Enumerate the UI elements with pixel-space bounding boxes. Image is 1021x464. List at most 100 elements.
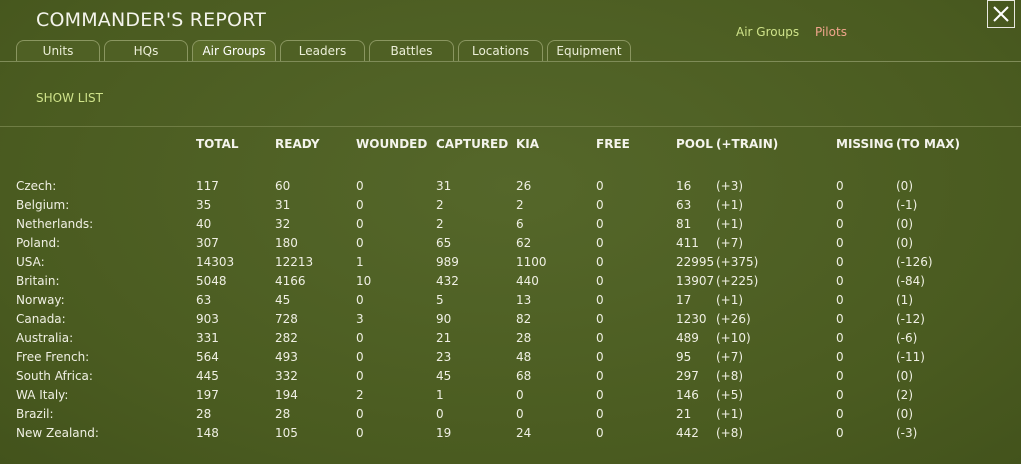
cell-to-max: (1) [896,293,913,307]
cell-train: (+1) [716,198,744,212]
cell-wounded: 0 [356,407,364,421]
cell-ready: 28 [275,407,291,421]
header-kia: KIA [516,137,540,151]
cell-total: 28 [196,407,212,421]
row-name: Poland: [16,236,61,250]
cell-missing: 0 [836,255,844,269]
cell-missing: 0 [836,274,844,288]
cell-free: 0 [596,274,604,288]
cell-train: (+5) [716,388,744,402]
cell-kia: 26 [516,179,532,193]
cell-ready: 194 [275,388,298,402]
tab-air-groups[interactable]: Air Groups [192,40,276,62]
cell-ready: 12213 [275,255,314,269]
cell-train: (+7) [716,350,744,364]
row-name: New Zealand: [16,426,99,440]
cell-pool: 81 [676,217,692,231]
cell-missing: 0 [836,388,844,402]
cell-missing: 0 [836,350,844,364]
header-captured: CAPTURED [436,137,509,151]
table-row: Brazil: 28 28 0 0 0 0 21 (+1) 0 (0) [0,407,1021,426]
cell-free: 0 [596,350,604,364]
table-row: Canada: 903 728 3 90 82 0 1230 (+26) 0 (… [0,312,1021,331]
header-to-max: (TO MAX) [896,137,961,151]
air-groups-link[interactable]: Air Groups [736,25,799,39]
cell-free: 0 [596,426,604,440]
cell-wounded: 0 [356,350,364,364]
cell-captured: 1 [436,388,444,402]
cell-pool: 63 [676,198,692,212]
cell-captured: 21 [436,331,452,345]
header-ready: READY [275,137,320,151]
cell-kia: 2 [516,198,524,212]
cell-ready: 60 [275,179,291,193]
cell-total: 564 [196,350,219,364]
cell-to-max: (0) [896,179,913,193]
cell-kia: 82 [516,312,532,326]
row-name: Free French: [16,350,90,364]
cell-to-max: (2) [896,388,913,402]
cell-to-max: (-11) [896,350,925,364]
cell-kia: 440 [516,274,539,288]
cell-wounded: 0 [356,217,364,231]
show-list-link[interactable]: SHOW LIST [36,91,103,105]
cell-ready: 332 [275,369,298,383]
cell-total: 903 [196,312,219,326]
row-name: Brazil: [16,407,54,421]
close-icon [993,6,1009,22]
cell-missing: 0 [836,331,844,345]
header-wounded: WOUNDED [356,137,428,151]
cell-free: 0 [596,255,604,269]
cell-wounded: 3 [356,312,364,326]
row-name: Britain: [16,274,60,288]
cell-wounded: 0 [356,198,364,212]
cell-wounded: 0 [356,426,364,440]
cell-free: 0 [596,217,604,231]
cell-ready: 180 [275,236,298,250]
table-row: Poland: 307 180 0 65 62 0 411 (+7) 0 (0) [0,236,1021,255]
row-name: WA Italy: [16,388,69,402]
cell-wounded: 2 [356,388,364,402]
cell-ready: 493 [275,350,298,364]
cell-total: 40 [196,217,212,231]
cell-train: (+225) [716,274,759,288]
cell-captured: 0 [436,407,444,421]
row-name: Norway: [16,293,65,307]
cell-train: (+8) [716,426,744,440]
cell-train: (+3) [716,179,744,193]
close-button[interactable] [987,0,1015,28]
cell-captured: 65 [436,236,452,250]
tab-locations[interactable]: Locations [458,40,543,61]
row-name: Australia: [16,331,74,345]
cell-missing: 0 [836,198,844,212]
table-row: Britain: 5048 4166 10 432 440 0 13907 (+… [0,274,1021,293]
tab-leaders[interactable]: Leaders [280,40,365,61]
tab-equipment[interactable]: Equipment [547,40,631,61]
cell-total: 331 [196,331,219,345]
cell-to-max: (0) [896,236,913,250]
tab-hqs[interactable]: HQs [104,40,188,61]
table-row: WA Italy: 197 194 2 1 0 0 146 (+5) 0 (2) [0,388,1021,407]
cell-pool: 16 [676,179,692,193]
cell-free: 0 [596,293,604,307]
row-name: Netherlands: [16,217,94,231]
table-row: Norway: 63 45 0 5 13 0 17 (+1) 0 (1) [0,293,1021,312]
cell-train: (+1) [716,407,744,421]
cell-total: 197 [196,388,219,402]
cell-missing: 0 [836,179,844,193]
cell-ready: 4166 [275,274,306,288]
row-name: Canada: [16,312,66,326]
tab-battles[interactable]: Battles [369,40,454,61]
cell-train: (+10) [716,331,751,345]
cell-pool: 146 [676,388,699,402]
cell-kia: 0 [516,388,524,402]
cell-total: 117 [196,179,219,193]
cell-train: (+8) [716,369,744,383]
cell-pool: 442 [676,426,699,440]
tab-units[interactable]: Units [16,40,100,61]
cell-captured: 31 [436,179,452,193]
cell-wounded: 0 [356,331,364,345]
pilots-link[interactable]: Pilots [815,25,847,39]
table-row: South Africa: 445 332 0 45 68 0 297 (+8)… [0,369,1021,388]
table-row: Australia: 331 282 0 21 28 0 489 (+10) 0… [0,331,1021,350]
